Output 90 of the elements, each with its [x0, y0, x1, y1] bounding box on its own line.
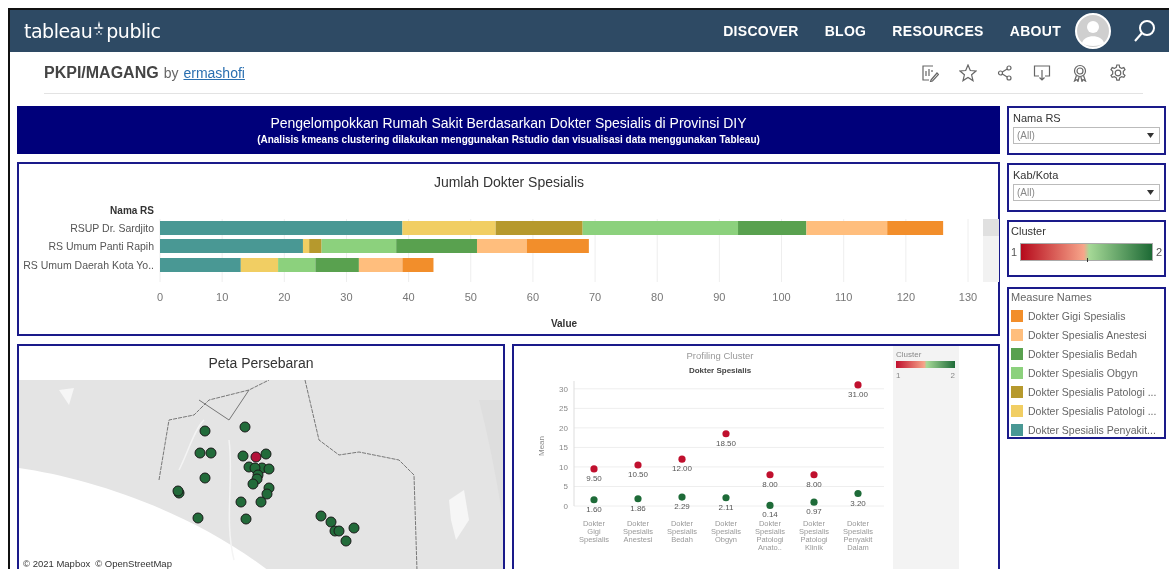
scrollbar-track[interactable] [983, 219, 999, 282]
data-label: 0.97 [806, 507, 822, 517]
axis-title: Mean [537, 436, 546, 456]
chart-subtitle: Dokter Spesialis [688, 366, 752, 375]
scale-min: 1 [896, 371, 901, 380]
tick-label: 5 [563, 482, 568, 492]
legend-title: Cluster [896, 350, 922, 359]
data-label: 8.00 [806, 479, 822, 489]
legend-label: Dokter Spesialis Patologi ... [1028, 385, 1157, 398]
legend-label: Dokter Gigi Spesialis [1028, 309, 1126, 322]
tick-label: 30 [559, 384, 568, 394]
filter-label: Nama RS [1013, 112, 1062, 124]
tick-label: 60 [526, 291, 540, 303]
caret-icon [1147, 190, 1154, 195]
tick-label: 40 [402, 291, 415, 303]
award-icon[interactable] [1071, 63, 1089, 82]
legend-label: Dokter Spesialis Penyakit... [1028, 423, 1156, 436]
scale-max: 2 [950, 371, 955, 380]
tick-label: 80 [651, 291, 664, 303]
tick-label: 10 [216, 291, 229, 303]
scale-min: 1 [1011, 246, 1018, 258]
tick-label: 110 [834, 291, 853, 303]
color-scale [896, 361, 955, 368]
data-label: 12.00 [672, 464, 692, 474]
logo-text[interactable]: tableau [24, 20, 93, 42]
logo-text[interactable]: public [106, 20, 161, 42]
map-attribution[interactable]: © 2021 Mapbox [23, 558, 91, 569]
tick-label: 70 [588, 291, 602, 303]
tick-label: 20 [278, 291, 291, 303]
edit-chart-icon[interactable] [921, 63, 939, 82]
data-label: 8.00 [762, 479, 778, 489]
filter-dropdown[interactable]: (All) [1013, 127, 1160, 144]
author-link[interactable]: ermashofi [183, 64, 245, 81]
panel-title: Peta Persebaran [207, 354, 315, 373]
tick-label: 25 [559, 404, 568, 414]
data-label: 1.86 [630, 503, 646, 513]
data-label: 2.11 [718, 502, 734, 512]
avatar-icon[interactable] [1075, 13, 1111, 49]
data-label: 0.14 [762, 510, 778, 520]
tick-label: 20 [559, 423, 568, 433]
legend-title: Cluster [1011, 225, 1047, 237]
tick-label: 15 [559, 443, 568, 453]
row-label: RS Umum Panti Rapih [48, 240, 154, 252]
scale-max: 2 [1155, 246, 1162, 258]
share-icon[interactable] [997, 64, 1013, 81]
tick-label: 100 [772, 291, 791, 303]
caret-icon [1147, 133, 1154, 138]
data-label: 2.29 [674, 502, 690, 512]
nav-link[interactable]: BLOG [824, 23, 867, 39]
data-label: 1.60 [586, 504, 602, 514]
tick-label: 0 [563, 502, 568, 511]
row-label: RSUP Dr. Sardjito [70, 222, 154, 234]
filter-label: Kab/Kota [1013, 169, 1060, 181]
axis-title: Nama RS [110, 205, 154, 216]
banner-title: Pengelompokkan Rumah Sakit Berdasarkan Dokter Spesialis di Provinsi DIY [270, 115, 747, 131]
legend-title: Measure Names [1011, 291, 1093, 303]
search-icon[interactable] [1133, 19, 1157, 43]
legend-label: Dokter Spesialis Anestesi [1028, 328, 1147, 341]
nav-link[interactable]: DISCOVER [723, 23, 799, 39]
map-attribution[interactable]: © OpenStreetMap [95, 558, 172, 569]
tick-label: 90 [713, 291, 726, 303]
axis-title: Value [550, 318, 578, 329]
by-label: by [163, 64, 179, 81]
nav-link[interactable]: ABOUT [1009, 23, 1061, 39]
data-label: 10.50 [628, 470, 648, 479]
tick-label: 50 [464, 291, 477, 303]
tick-label: 30 [340, 291, 353, 303]
legend-label: Dokter Spesialis Patologi ... [1028, 404, 1157, 417]
data-label: 9.50 [586, 473, 602, 483]
row-label: RS Umum Daerah Kota Yo.. [23, 259, 154, 271]
data-label: 31.00 [848, 389, 868, 399]
tick-label: 0 [156, 291, 164, 303]
legend-label: Dokter Spesialis Bedah [1028, 347, 1138, 360]
settings-icon[interactable] [1109, 63, 1127, 82]
nav-link[interactable]: RESOURCES [892, 23, 984, 39]
download-icon[interactable] [1033, 63, 1051, 82]
star-icon[interactable] [959, 63, 977, 82]
chart-title: Profiling Cluster [686, 350, 754, 361]
tick-label: 120 [896, 291, 916, 303]
filter-dropdown[interactable]: (All) [1013, 184, 1160, 201]
chart-title: Jumlah Dokter Spesialis [433, 174, 585, 190]
banner-subtitle: (Analisis kmeans clustering dilakukan menggunakan Rstudio dan visualisasi data menggunakan Tableau) [257, 134, 760, 145]
legend-label: Dokter Spesialis Obgyn [1028, 366, 1138, 379]
data-label: 3.20 [850, 498, 866, 508]
data-label: 18.50 [716, 438, 736, 448]
sparkle-icon [93, 21, 106, 37]
workbook-title: PKPI/MAGANG [44, 63, 159, 82]
tick-label: 10 [559, 462, 568, 472]
scrollbar-thumb[interactable] [983, 219, 999, 236]
tick-label: 130 [958, 291, 978, 303]
